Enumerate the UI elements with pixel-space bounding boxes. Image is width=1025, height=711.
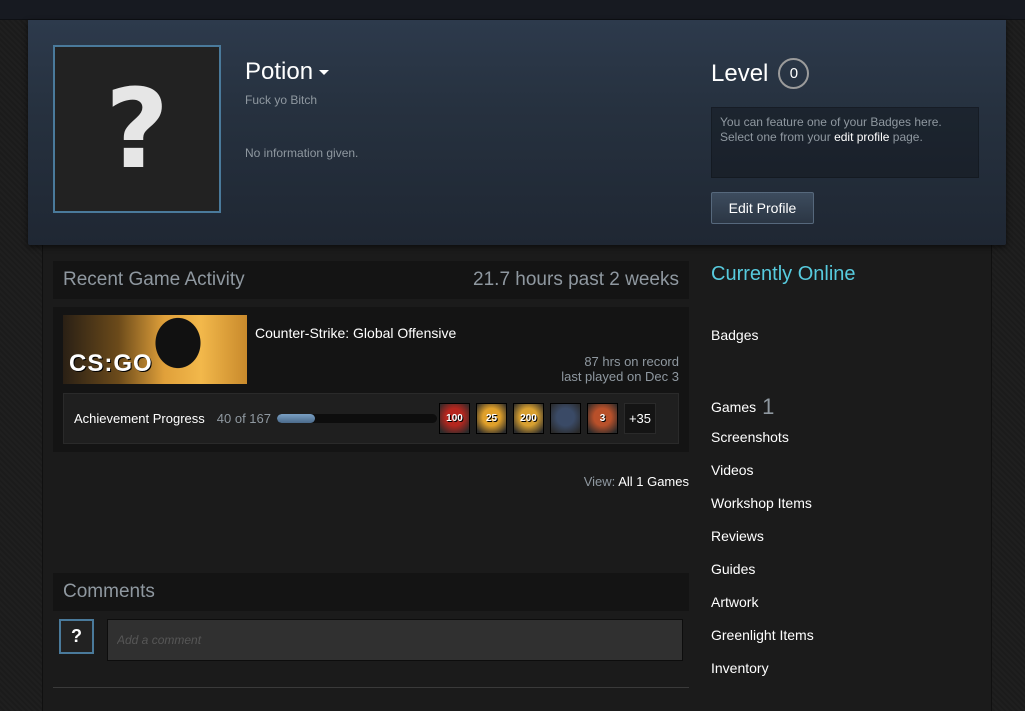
profile-avatar[interactable]: ?: [53, 45, 221, 213]
achievement-progress-bar[interactable]: Achievement Progress 40 of 167 100 25 200 3…: [63, 393, 679, 444]
last-played: last played on Dec 3: [561, 369, 679, 384]
recent-hours: 21.7 hours past 2 weeks: [473, 269, 679, 290]
sidebar-link-greenlight-items[interactable]: Greenlight Items: [711, 627, 814, 643]
level-display: Level 0: [711, 58, 810, 89]
sidebar-link-label: Screenshots: [711, 429, 789, 445]
view-prefix: View:: [583, 474, 616, 489]
game-card: CS:GO Counter-Strike: Global Offensive 8…: [53, 307, 689, 452]
stars-icon[interactable]: 200: [513, 403, 544, 434]
online-status: Currently Online: [711, 263, 856, 285]
soldier-silhouette-icon: [143, 317, 213, 382]
comments-title: Comments: [63, 581, 155, 602]
real-name: Fuck yo Bitch: [245, 93, 318, 107]
question-mark-icon: ?: [105, 65, 169, 193]
top-nav-bar: [0, 0, 1025, 20]
sidebar-link-workshop-items[interactable]: Workshop Items: [711, 495, 812, 511]
achievement-count: 40 of 167: [216, 411, 271, 426]
persona-name-dropdown[interactable]: Potion: [245, 58, 330, 86]
comment-input[interactable]: [107, 619, 683, 661]
level-label: Level: [711, 59, 769, 87]
sidebar-link-label: Badges: [711, 327, 759, 343]
view-all-games: View: All 1 Games: [584, 474, 689, 489]
capsule-logo: CS:GO: [69, 350, 153, 377]
all-games-link[interactable]: All 1 Games: [618, 474, 689, 489]
game-name-link[interactable]: Counter-Strike: Global Offensive: [255, 325, 456, 341]
achievement-label: Achievement Progress: [74, 411, 205, 426]
sidebar-link-label: Reviews: [711, 528, 764, 544]
sidebar-link-label: Artwork: [711, 594, 759, 610]
sidebar-link-label: Workshop Items: [711, 495, 812, 511]
edit-profile-button[interactable]: Edit Profile: [711, 192, 814, 224]
comment-avatar[interactable]: ?: [59, 619, 94, 654]
comments-header: Comments: [53, 573, 689, 611]
badge-text-end: page.: [892, 130, 923, 144]
profile-summary: No information given.: [245, 146, 359, 160]
target-icon[interactable]: 3: [587, 403, 618, 434]
recent-activity-title: Recent Game Activity: [63, 269, 245, 290]
sidebar-link-label: Greenlight Items: [711, 627, 814, 643]
sidebar-link-inventory[interactable]: Inventory: [711, 660, 769, 676]
sidebar-link-badges[interactable]: Badges: [711, 327, 758, 343]
sidebar-link-artwork[interactable]: Artwork: [711, 594, 758, 610]
sidebar-link-label: Guides: [711, 561, 756, 577]
sidebar-link-label: Videos: [711, 462, 754, 478]
sidebar-link-videos[interactable]: Videos: [711, 462, 754, 478]
pistol-icon[interactable]: 25: [476, 403, 507, 434]
sidebar-link-games[interactable]: Games 1: [711, 394, 774, 420]
sidebar-link-screenshots[interactable]: Screenshots: [711, 429, 789, 445]
more-achievements-button[interactable]: +35: [624, 403, 656, 434]
achievement-progress-fill: [277, 414, 316, 423]
caret-down-icon: [319, 70, 330, 76]
recent-activity-header: Recent Game Activity 21.7 hours past 2 w…: [53, 261, 689, 299]
hours-on-record: 87 hrs on record: [584, 354, 679, 369]
level-badge[interactable]: 0: [778, 58, 810, 89]
medal-icon[interactable]: 100: [439, 403, 470, 434]
achievement-icons: 100 25 200 3 +35: [439, 403, 656, 434]
sidebar-link-guides[interactable]: Guides: [711, 561, 755, 577]
game-playtime: 87 hrs on record last played on Dec 3: [561, 354, 679, 384]
comments-divider: [53, 687, 689, 688]
achievement-progress-track: [277, 414, 437, 423]
profile-header: ? Potion Fuck yo Bitch No information gi…: [28, 20, 1006, 245]
edit-profile-link[interactable]: edit profile: [834, 130, 889, 144]
featured-badge-box: You can feature one of your Badges here.…: [711, 107, 979, 178]
sidebar-link-label: Inventory: [711, 660, 769, 676]
sidebar-link-count: 1: [762, 394, 775, 419]
sidebar-link-reviews[interactable]: Reviews: [711, 528, 764, 544]
sidebar-link-label: Games: [711, 399, 757, 415]
csgo-capsule-image[interactable]: CS:GO: [63, 315, 247, 384]
squad-icon[interactable]: [550, 403, 581, 434]
persona-name: Potion: [245, 58, 314, 85]
